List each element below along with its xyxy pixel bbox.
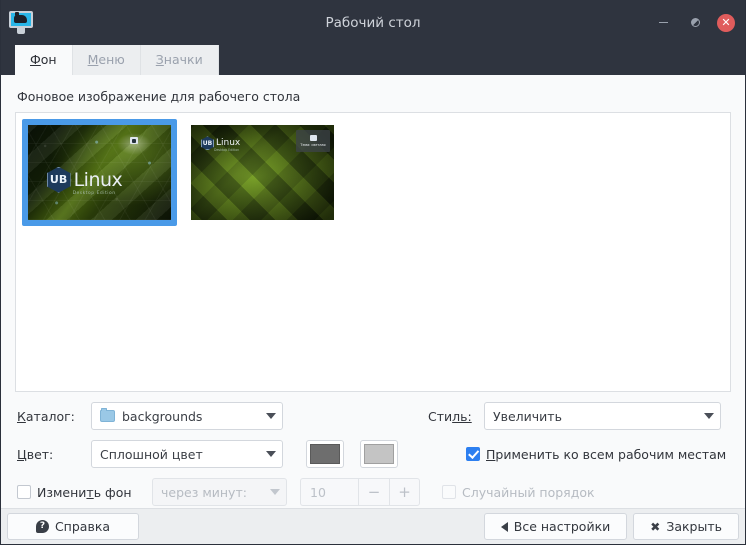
row-change-background: Изменить фон через минут: 10 − + Случайн… [17,478,729,506]
close-button[interactable]: ✖ Закрыть [633,513,739,540]
ub-subtitle-2: Desktop Edition [214,148,240,153]
color-mode-value: Сплошной цвет [100,446,203,462]
help-button[interactable]: ? Справка [7,513,139,540]
bottom-action-bar: ? Справка Все настройки ✖ Закрыть [1,508,745,544]
tab-background[interactable]: Фон [15,45,73,75]
directory-label-text: аталог: [25,408,75,424]
wallpaper-thumbnail-1: UB Linux Desktop Edition Тема: светлая [191,125,334,220]
wallpaper-item-1[interactable]: UB Linux Desktop Edition Тема: светлая [185,119,340,226]
interval-decrement-button[interactable]: − [358,478,389,506]
tab-menu-label: еню [98,52,125,67]
random-order-row[interactable]: Случайный порядок [442,485,595,500]
ub-badge-2: UB [201,136,214,151]
style-value: Увеличить [493,408,562,424]
interval-spinner-value[interactable]: 10 [300,478,358,506]
window-controls: ✕ [653,13,735,33]
all-settings-label: Все настройки [513,519,611,534]
interval-value: через минут: [161,484,247,500]
random-order-label: Случайный порядок [462,484,595,500]
all-settings-button[interactable]: Все настройки [483,513,628,540]
overlay-icon [309,135,317,142]
interval-spinner[interactable]: 10 − + [300,478,420,506]
color-label: Цвет: [17,447,91,462]
color-label-mnemonic: Ц [17,446,27,462]
tab-content-background: Фоновое изображение для рабочего стола U… [1,75,745,508]
directory-label: Каталог: [17,409,91,424]
folder-icon [100,408,115,422]
tabstrip: Фон Меню Значки [1,45,745,75]
settings-controls: Каталог: backgrounds Стиль: Увеличить Цв… [15,402,731,506]
chevron-down-icon [704,413,714,419]
desktop-settings-window: Рабочий стол ✕ Фон Меню Значки Фоновое и… [0,0,746,545]
wallpaper-overlay-panel: Тема: светлая [296,130,330,152]
ub-badge: UB [46,166,71,193]
change-bg-rest: ь фон [93,484,132,500]
help-icon: ? [35,520,49,533]
style-label: Стиль: [428,409,484,424]
apply-all-workspaces-checkbox[interactable] [466,447,480,461]
overlay-caption: Тема: светлая [300,142,326,147]
directory-value: backgrounds [122,408,203,424]
color-swatch-secondary[interactable] [360,440,398,468]
wallpaper-item-0[interactable]: UB Linux Desktop Edition [22,119,177,226]
apply-all-workspaces-label: Применить ко всем рабочим местам [486,447,726,462]
section-label: Фоновое изображение для рабочего стола [17,89,301,104]
apply-all-workspaces-row[interactable]: Применить ко всем рабочим местам [466,447,726,462]
directory-combobox[interactable]: backgrounds [91,402,283,430]
apply-all-mnemonic: П [486,446,496,462]
change-background-row[interactable]: Изменить фон [17,485,152,500]
change-background-checkbox[interactable] [17,485,31,499]
wallpaper-thumbnail-0: UB Linux Desktop Edition [28,125,171,220]
chevron-down-icon [266,413,276,419]
arrow-left-icon [500,521,508,532]
close-button-label: Закрыть [666,519,722,534]
chevron-down-icon [270,489,280,495]
close-x-icon: ✖ [650,519,661,534]
style-combobox[interactable]: Увеличить [484,402,721,430]
random-order-checkbox[interactable] [442,485,456,499]
change-bg-mnemonic: т [86,484,94,500]
color-label-text: вет: [26,446,54,462]
help-button-label: Справка [54,519,111,534]
row-color-apply: Цвет: Сплошной цвет Применить ко всем ра… [17,440,729,468]
ub-word: Linux [73,168,123,191]
tab-menu-mnemonic: М [87,52,99,67]
titlebar: Рабочий стол ✕ [1,0,745,45]
tab-icons-mnemonic: З [155,52,164,67]
apply-all-text: рименить ко всем рабочим местам [495,446,727,462]
wallpaper-list[interactable]: UB Linux Desktop Edition UB Linux Deskto… [15,112,731,392]
interval-combobox[interactable]: через минут: [152,478,287,506]
tab-background-mnemonic: Ф [30,52,41,67]
chevron-down-icon [266,451,276,457]
tab-icons-label: начки [163,52,203,67]
window-title: Рабочий стол [325,14,421,31]
interval-increment-button[interactable]: + [389,478,420,506]
tab-background-label: он [40,52,57,67]
change-background-label: Изменить фон [37,485,132,500]
monitor-icon [7,9,35,37]
minimize-icon[interactable] [653,13,673,33]
tab-menu[interactable]: Меню [72,45,141,75]
ub-subtitle: Desktop Edition [72,190,116,196]
style-label-prefix: Сти [428,408,453,424]
change-bg-prefix: Измени [37,484,87,500]
tab-icons[interactable]: Значки [140,45,219,75]
directory-label-mnemonic: К [17,408,26,424]
color-swatch-primary[interactable] [306,440,344,468]
color-mode-combobox[interactable]: Сплошной цвет [91,440,283,468]
maximize-icon[interactable] [685,13,705,33]
style-label-rest: ль: [452,408,472,424]
ub-word-2: Linux [216,138,241,149]
row-directory-style: Каталог: backgrounds Стиль: Увеличить [17,402,729,430]
close-icon[interactable]: ✕ [717,13,735,32]
